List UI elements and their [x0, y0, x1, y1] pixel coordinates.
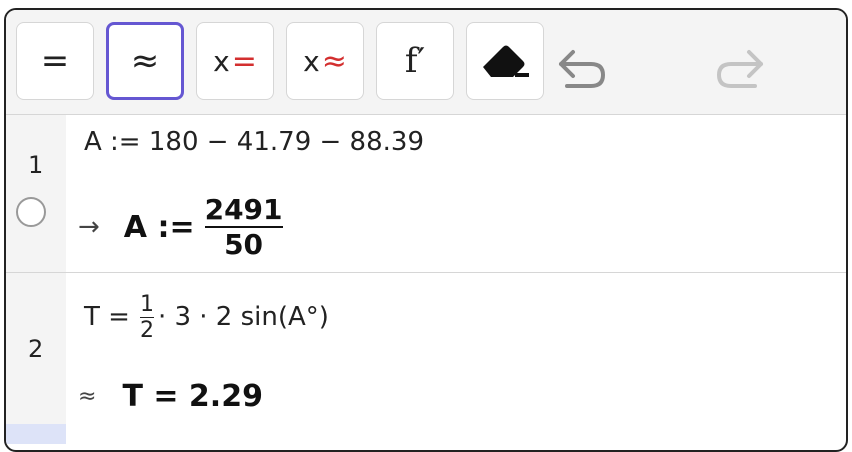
- derivative-button[interactable]: f′: [376, 22, 454, 100]
- input-fraction: 1 2: [139, 291, 154, 343]
- row-2-output: ≈ T = 2.29: [78, 379, 263, 414]
- cas-row-2[interactable]: 2 T = 1 2 · 3 · 2 sin(A°) ≈ T = 2.29: [6, 273, 846, 424]
- derivative-label: f′: [404, 41, 426, 81]
- eraser-icon: [483, 45, 529, 77]
- row-gutter: [6, 115, 66, 272]
- row-1-input[interactable]: A := 180 − 41.79 − 88.39: [84, 127, 424, 157]
- input-rest: · 3 · 2 sin(A°): [157, 302, 329, 332]
- output-arrow-icon: →: [78, 212, 100, 242]
- approx-symbol: ≈: [130, 41, 160, 81]
- solve-numerically-button[interactable]: x ≈: [286, 22, 364, 100]
- output-lhs: A :=: [123, 209, 195, 245]
- fraction-denominator: 50: [224, 228, 264, 261]
- row-1-output: → A := 2491 50: [78, 187, 283, 267]
- redo-icon: [716, 50, 763, 88]
- nsolve-approx-symbol: ≈: [321, 43, 347, 79]
- row-2-input[interactable]: T = 1 2 · 3 · 2 sin(A°): [84, 285, 329, 349]
- cas-row-1[interactable]: 1 A := 180 − 41.79 − 88.39 → A := 2491 5…: [6, 115, 846, 272]
- evaluate-exact-button[interactable]: =: [16, 22, 94, 100]
- solve-button[interactable]: x =: [196, 22, 274, 100]
- fraction-numerator: 2491: [204, 193, 283, 226]
- cas-toolbar: = ≈ x = x ≈ f′: [6, 10, 846, 115]
- toggle-circle-icon[interactable]: [16, 197, 46, 227]
- row-number: 2: [28, 335, 44, 363]
- row-number: 1: [28, 151, 44, 179]
- solve-equals-symbol: =: [231, 43, 257, 79]
- fraction-numerator: 1: [139, 291, 154, 317]
- redo-button[interactable]: [706, 42, 772, 92]
- undo-button[interactable]: [550, 42, 616, 92]
- undo-icon: [559, 50, 606, 88]
- next-row-gutter[interactable]: [6, 424, 66, 444]
- output-fraction: 2491 50: [204, 193, 283, 261]
- fraction-denominator: 2: [139, 317, 154, 343]
- delete-button[interactable]: [466, 22, 544, 100]
- input-lhs: T =: [84, 302, 130, 332]
- equals-symbol: =: [40, 41, 70, 81]
- cas-window: = ≈ x = x ≈ f′ 1 A:= 180 − 41.79 − 88.3…: [4, 8, 848, 452]
- evaluate-numeric-button[interactable]: ≈: [106, 22, 184, 100]
- nsolve-x-label: x: [303, 44, 320, 78]
- row-2-result: T = 2.29: [122, 379, 263, 414]
- solve-x-label: x: [213, 44, 230, 78]
- approx-marker-icon: ≈: [78, 384, 97, 409]
